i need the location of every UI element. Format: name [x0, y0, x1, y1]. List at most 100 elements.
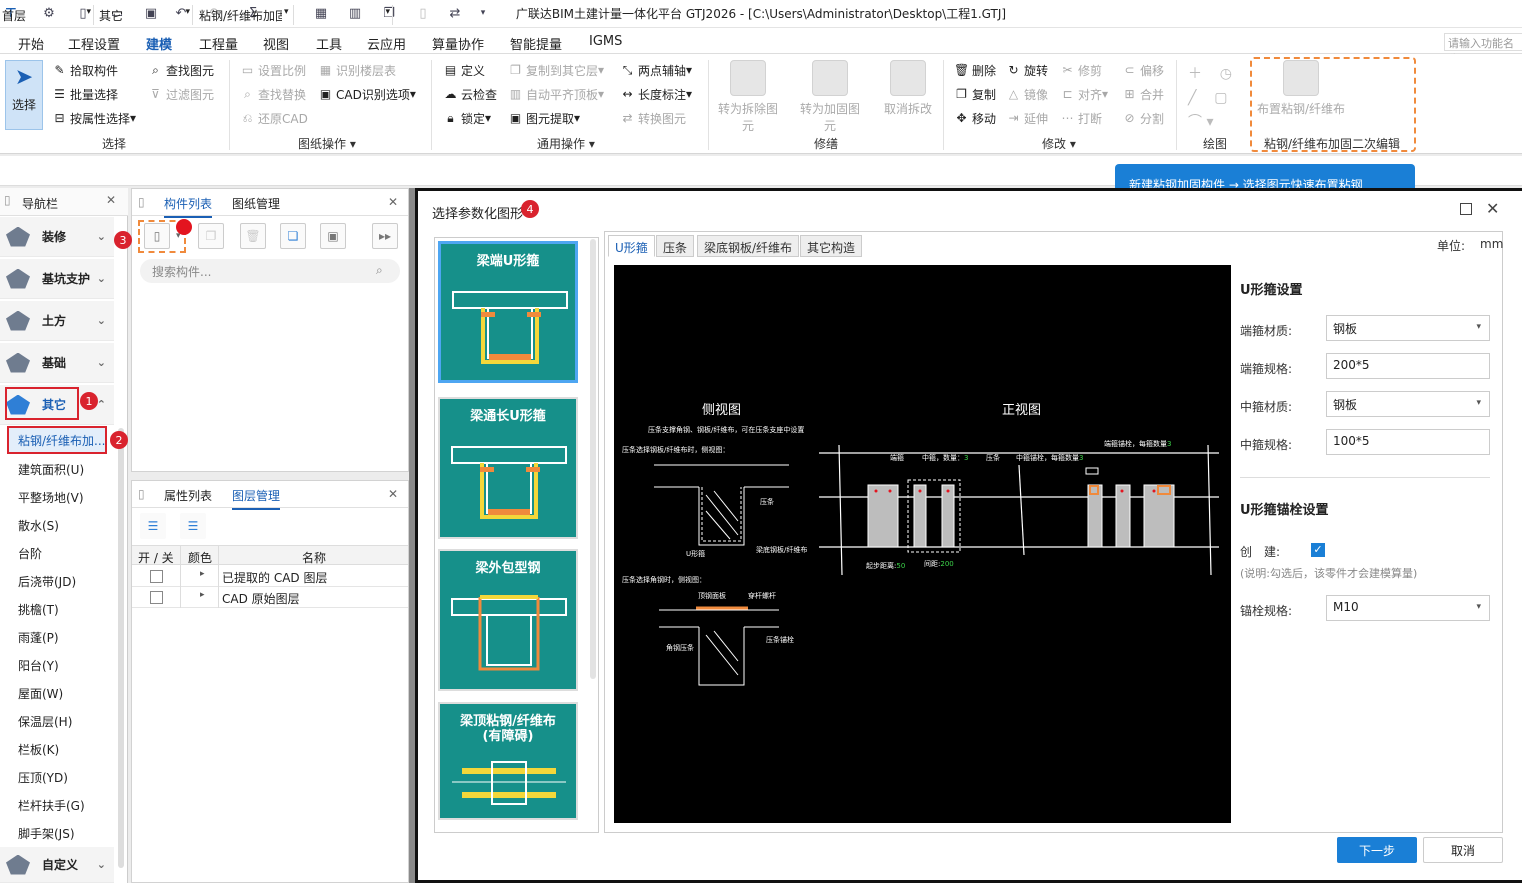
line-icon[interactable]: ╱ ▢ — [1188, 86, 1232, 110]
define-button[interactable]: ▤ 定义 — [443, 60, 485, 80]
nav-item[interactable]: 压顶(YD) — [18, 769, 68, 786]
extra-select[interactable]: ▾ — [297, 5, 393, 25]
break-button[interactable]: ⋯ 打断 — [1060, 108, 1103, 128]
layer-toggle-icon[interactable]: ☰ — [140, 513, 166, 539]
align-button[interactable]: ⊏ 对齐 ▾ — [1060, 84, 1108, 104]
delete-component-button[interactable]: 🗑︎ — [240, 223, 266, 249]
to-reinforce-button[interactable]: 转为加固图元 — [800, 60, 860, 134]
duplicate-button[interactable]: ❏ — [280, 223, 306, 249]
nav-item[interactable]: 保温层(H) — [18, 713, 72, 730]
nav-item[interactable]: 散水(S) — [18, 517, 59, 534]
trim-button[interactable]: ✂ 修剪 — [1060, 60, 1102, 80]
tab-drawing-manage[interactable]: 图纸管理 — [232, 195, 280, 212]
close-icon[interactable]: ✕ — [1486, 199, 1499, 218]
copy-button[interactable]: ❐ 复制 — [954, 84, 996, 104]
extend-button[interactable]: ⇥ 延伸 — [1006, 108, 1048, 128]
length-dim-button[interactable]: ↔ 长度标注 ▾ — [620, 84, 692, 104]
cancel-button[interactable]: 取消 — [1423, 837, 1503, 863]
floor-select[interactable]: 首层 ▾ — [0, 5, 94, 25]
extract-element-button[interactable]: ▣ 图元提取 ▾ — [508, 108, 580, 128]
lock-button[interactable]: 🔒︎ 锁定 ▾ — [443, 108, 491, 128]
thumb-scrollbar[interactable] — [590, 239, 596, 679]
thumb-beam-long-u[interactable]: 梁通长U形箍 — [438, 397, 578, 539]
pick-component-button[interactable]: ✎ 拾取构件 — [52, 60, 118, 80]
find-replace-button[interactable]: ⌕ 查找替换 — [240, 84, 306, 104]
component-search-input[interactable]: 搜索构件... — [140, 259, 400, 283]
identify-floor-table-button[interactable]: ▦ 识别楼层表 — [318, 60, 396, 80]
nav-item[interactable]: 建筑面积(U) — [18, 461, 84, 478]
nav-cat-foundation[interactable]: 基础 ⌄ — [0, 343, 114, 383]
menu-project-settings[interactable]: 工程设置 — [68, 34, 120, 53]
close-icon[interactable]: ✕ — [106, 193, 116, 207]
nav-cat-pit[interactable]: 基坑支护 ⌄ — [0, 259, 114, 299]
close-icon[interactable]: ✕ — [388, 195, 398, 209]
menu-igms[interactable]: IGMS — [589, 34, 622, 49]
thumb-beam-end-u[interactable]: 梁端U形箍 — [438, 241, 578, 383]
layer-checkbox[interactable] — [150, 570, 163, 583]
component-chevron-icon[interactable]: ▾ — [282, 5, 294, 25]
menu-cloud[interactable]: 云应用 — [367, 34, 406, 53]
draw-tools[interactable]: ＋ ◷ ╱ ▢ ⌒ ▾ — [1188, 62, 1232, 134]
cloud-check-button[interactable]: ☁ 云检查 — [443, 84, 498, 104]
thumb-beam-outer-steel[interactable]: 梁外包型钢 — [438, 549, 578, 691]
nav-cat-custom[interactable]: 自定义 ⌄ — [0, 847, 114, 883]
menu-quantity[interactable]: 工程量 — [199, 34, 238, 53]
maximize-icon[interactable] — [1460, 203, 1472, 215]
nav-item[interactable]: 栏板(K) — [18, 741, 59, 758]
export-icon[interactable]: ⇄ — [446, 4, 464, 22]
select-button[interactable]: ➤ 选择 — [5, 60, 43, 130]
column-icon[interactable]: ▯ — [414, 4, 432, 22]
nav-cat-earthwork[interactable]: 土方 ⌄ — [0, 301, 114, 341]
menu-start[interactable]: 开始 — [18, 34, 44, 53]
mid-spec-input[interactable]: 100*5 — [1326, 429, 1490, 455]
tab-beam-bottom[interactable]: 梁底钢板/纤维布 — [697, 235, 800, 257]
menu-smart[interactable]: 智能提量 — [510, 34, 562, 53]
arrange-bonded-steel-button[interactable]: 布置粘钢/纤维布 — [1256, 60, 1346, 117]
expand-icon[interactable]: ▸ — [200, 569, 205, 579]
menu-view[interactable]: 视图 — [263, 34, 289, 53]
cancel-change-button[interactable]: 取消拆改 — [878, 60, 938, 117]
tab-u-hoop[interactable]: U形箍 — [608, 235, 655, 257]
layer-checkbox[interactable] — [150, 591, 163, 604]
menu-collab[interactable]: 算量协作 — [432, 34, 484, 53]
batch-select-button[interactable]: ☰ 批量选择 — [52, 84, 118, 104]
end-spec-input[interactable]: 200*5 — [1326, 353, 1490, 379]
arc-icon[interactable]: ⌒ ▾ — [1188, 110, 1232, 134]
nav-cat-decoration[interactable]: 装修 ⌄ — [0, 217, 114, 257]
delete-button[interactable]: 🗑︎ 删除 — [954, 60, 996, 80]
move-button[interactable]: ✥ 移动 — [954, 108, 996, 128]
function-search-input[interactable]: 请输入功能名称 — [1444, 33, 1522, 66]
set-scale-button[interactable]: ▭ 设置比例 — [240, 60, 306, 80]
layer-toggle2-icon[interactable]: ☰ — [180, 513, 206, 539]
point-icon[interactable]: ＋ ◷ — [1188, 62, 1232, 86]
pin-icon[interactable]: ▯ — [138, 195, 145, 209]
thumb-beam-top-steel[interactable]: 梁顶粘钢/纤维布 (有障碍) — [438, 702, 578, 820]
rotate-button[interactable]: ↻ 旋转 — [1006, 60, 1048, 80]
nav-item[interactable]: 屋面(W) — [18, 685, 63, 702]
nav-item[interactable]: 阳台(Y) — [18, 657, 59, 674]
menu-tools[interactable]: 工具 — [316, 34, 342, 53]
more-button[interactable]: ▸▸ — [372, 223, 398, 249]
create-checkbox[interactable]: ✓ — [1311, 543, 1325, 557]
type-select[interactable]: 其它 ▾ — [97, 5, 193, 25]
bolt-spec-select[interactable]: M10 ▾ — [1326, 595, 1490, 621]
copy-to-floor-button[interactable]: ❐ 复制到其它层 ▾ — [508, 60, 604, 80]
mid-material-select[interactable]: 钢板 ▾ — [1326, 391, 1490, 417]
nav-item[interactable]: 平整场地(V) — [18, 489, 84, 506]
merge-button[interactable]: ⊞ 合并 — [1122, 84, 1164, 104]
tab-pressure-strip[interactable]: 压条 — [656, 235, 695, 257]
end-material-select[interactable]: 钢板 ▾ — [1326, 315, 1490, 341]
next-button[interactable]: 下一步 — [1337, 837, 1417, 863]
nav-item[interactable]: 脚手架(JS) — [18, 825, 75, 842]
filter-element-button[interactable]: ⊽ 过滤图元 — [148, 84, 214, 104]
copy-component-button[interactable]: ❐ — [198, 223, 224, 249]
nav-item[interactable]: 栏杆扶手(G) — [18, 797, 85, 814]
auto-flush-button[interactable]: ▥ 自动平齐顶板 ▾ — [508, 84, 604, 104]
to-demolish-button[interactable]: 转为拆除图元 — [718, 60, 778, 134]
customize-chevron-icon[interactable]: ▾ — [474, 4, 492, 22]
expand-icon[interactable]: ▸ — [200, 590, 205, 600]
cad-options-button[interactable]: ▣ CAD识别选项 ▾ — [318, 84, 416, 104]
nav-item[interactable]: 后浇带(JD) — [18, 573, 76, 590]
mirror-button[interactable]: △ 镜像 — [1006, 84, 1048, 104]
component-type-select[interactable]: 粘钢/纤维布加固 — [197, 5, 293, 25]
